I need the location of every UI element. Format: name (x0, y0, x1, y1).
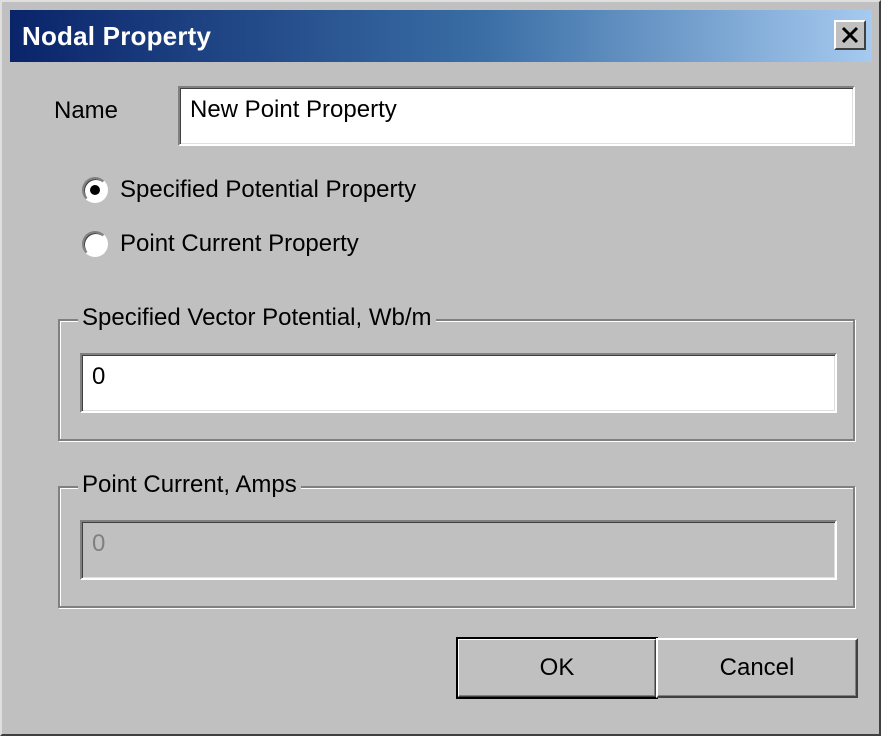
name-input[interactable]: New Point Property (178, 86, 855, 146)
radio-selected-dot (90, 185, 100, 195)
title-bar[interactable]: Nodal Property (10, 10, 872, 62)
vector-potential-legend: Specified Vector Potential, Wb/m (78, 304, 436, 332)
close-icon (841, 26, 859, 44)
ok-button[interactable]: OK (456, 637, 658, 699)
radio-button[interactable] (82, 231, 108, 257)
name-label: Name (54, 97, 119, 124)
cancel-button[interactable]: Cancel (656, 638, 858, 698)
nodal-property-dialog: Nodal Property Name New Point Property S… (0, 0, 881, 736)
point-current-input: 0 (80, 520, 837, 580)
point-current-legend: Point Current, Amps (78, 471, 301, 499)
radio-point-current[interactable]: Point Current Property (82, 230, 359, 258)
vector-potential-group: Specified Vector Potential, Wb/m 0 (58, 304, 855, 441)
vector-potential-input[interactable]: 0 (80, 353, 837, 413)
point-current-group: Point Current, Amps 0 (58, 471, 855, 608)
close-button[interactable] (834, 20, 866, 50)
radio-point-current-label: Point Current Property (120, 230, 359, 257)
dialog-title: Nodal Property (22, 21, 212, 51)
radio-button[interactable] (82, 177, 108, 203)
radio-specified-potential[interactable]: Specified Potential Property (82, 176, 416, 204)
radio-specified-potential-label: Specified Potential Property (120, 176, 417, 203)
